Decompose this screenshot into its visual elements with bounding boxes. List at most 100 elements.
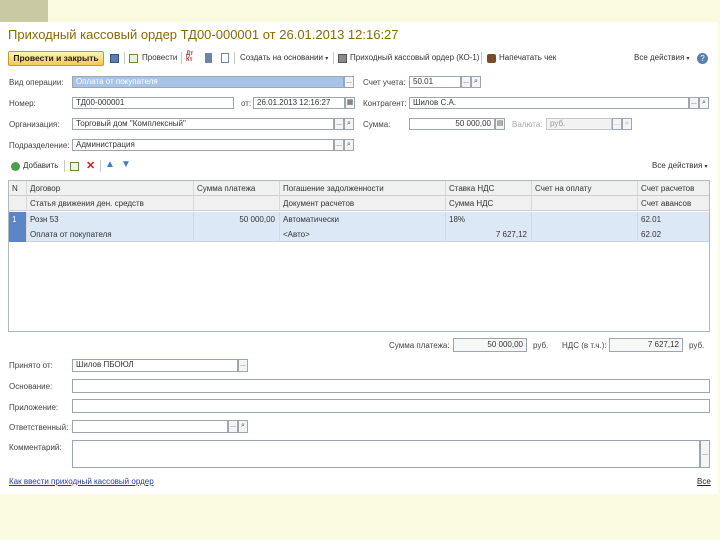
all-link[interactable]: Все bbox=[697, 477, 711, 486]
total-payment-unit: руб. bbox=[533, 341, 549, 350]
column-header-vat-sum[interactable]: Сумма НДС bbox=[446, 196, 532, 211]
organization-search-icon[interactable]: ⌕ bbox=[344, 118, 354, 130]
window-corner bbox=[0, 0, 48, 22]
table-header-row: Статья движения ден. средств Документ ра… bbox=[9, 196, 709, 211]
column-header-advance-account[interactable]: Счет авансов bbox=[638, 196, 709, 211]
debt-repayment-cell[interactable]: Автоматически bbox=[280, 212, 446, 227]
printer-icon bbox=[338, 54, 347, 63]
number-field[interactable]: ТД00-000001 bbox=[72, 97, 234, 109]
column-header-vat-rate[interactable]: Ставка НДС bbox=[446, 181, 532, 196]
total-payment-label: Сумма платежа: bbox=[389, 341, 450, 350]
add-row-button[interactable]: Добавить bbox=[23, 160, 58, 172]
account-choose-button[interactable]: ... bbox=[461, 76, 471, 88]
structure-icon[interactable] bbox=[205, 53, 212, 63]
department-field[interactable]: Администрация bbox=[72, 139, 334, 151]
settlement-account-cell[interactable]: 62.01 bbox=[638, 212, 709, 227]
toolbar-separator bbox=[100, 160, 101, 172]
print-ko1-button[interactable]: Приходный кассовый ордер (КО-1) bbox=[350, 52, 479, 64]
invoice-cell[interactable] bbox=[532, 212, 638, 227]
received-from-label: Принято от: bbox=[9, 361, 53, 370]
department-label: Подразделение: bbox=[9, 141, 70, 150]
post-button[interactable]: Провести bbox=[142, 52, 177, 64]
column-header-cashflow-item[interactable]: Статья движения ден. средств bbox=[27, 196, 194, 211]
basis-label: Основание: bbox=[9, 382, 53, 391]
responsible-field[interactable] bbox=[72, 420, 228, 433]
column-header-payment-sum[interactable]: Сумма платежа bbox=[194, 181, 280, 196]
print-check-button[interactable]: Напечатать чек bbox=[499, 52, 556, 64]
organization-field[interactable]: Торговый дом "Комплексный" bbox=[72, 118, 334, 130]
column-header-settlement-doc[interactable]: Документ расчетов bbox=[280, 196, 446, 211]
calendar-icon[interactable]: ▦ bbox=[345, 97, 355, 109]
received-from-field[interactable]: Шилов ПБОЮЛ bbox=[72, 359, 238, 372]
table-header-row: N Договор Сумма платежа Погашение задолж… bbox=[9, 181, 709, 196]
table-row[interactable]: 1 Розн 53 50 000,00 Автоматически 18% 62… bbox=[9, 212, 709, 227]
organization-choose-button[interactable]: ... bbox=[334, 118, 344, 130]
all-actions-menu[interactable]: Все действия ▾ bbox=[634, 52, 690, 65]
payment-sum-cell[interactable]: 50 000,00 bbox=[194, 212, 280, 227]
date-field[interactable]: 26.01.2013 12:16:27 bbox=[253, 97, 345, 109]
copy-row-icon[interactable] bbox=[70, 162, 79, 171]
column-header-blank bbox=[9, 196, 27, 211]
row-number-cell: 1 bbox=[9, 212, 27, 227]
operation-type-choose-button[interactable]: ... bbox=[344, 76, 354, 88]
contractor-search-icon[interactable]: ⌕ bbox=[699, 97, 709, 109]
vat-sum-cell[interactable]: 7 627,12 bbox=[446, 227, 532, 242]
table-all-actions-menu[interactable]: Все действия ▾ bbox=[652, 160, 708, 173]
total-vat-label: НДС (в т.ч.): bbox=[562, 341, 607, 350]
payments-table[interactable]: N Договор Сумма платежа Погашение задолж… bbox=[8, 180, 710, 332]
calculator-icon[interactable]: ▤ bbox=[495, 118, 505, 130]
help-icon[interactable]: ? bbox=[697, 53, 708, 64]
currency-search-icon: ⌕ bbox=[622, 118, 632, 130]
contract-cell[interactable]: Розн 53 bbox=[27, 212, 194, 227]
contractor-choose-button[interactable]: ... bbox=[689, 97, 699, 109]
attachment-field[interactable] bbox=[72, 399, 710, 413]
dt-kt-icon[interactable]: Дт Кт bbox=[186, 51, 193, 63]
settlement-doc-cell[interactable]: <Авто> bbox=[280, 227, 446, 242]
basis-field[interactable] bbox=[72, 379, 710, 393]
page-title: Приходный кассовый ордер ТД00-000001 от … bbox=[8, 27, 399, 42]
table-row[interactable]: Оплата от покупателя <Авто> 7 627,12 62.… bbox=[9, 227, 709, 242]
account-search-icon[interactable]: ⌕ bbox=[471, 76, 481, 88]
column-header-blank bbox=[532, 196, 638, 211]
help-link[interactable]: Как ввести приходный кассовый ордер bbox=[9, 477, 154, 486]
delete-row-icon[interactable]: ✕ bbox=[86, 159, 95, 172]
column-header-contract[interactable]: Договор bbox=[27, 181, 194, 196]
row-number-cell bbox=[9, 227, 27, 242]
responsible-search-icon[interactable]: ⌕ bbox=[238, 420, 248, 433]
responsible-choose-button[interactable]: ... bbox=[228, 420, 238, 433]
responsible-label: Ответственный: bbox=[9, 423, 69, 432]
sum-field[interactable]: 50 000,00 bbox=[409, 118, 495, 130]
comment-field[interactable] bbox=[72, 440, 700, 468]
comment-edit-button[interactable]: ... bbox=[700, 440, 710, 468]
comment-label: Комментарий: bbox=[9, 443, 62, 452]
operation-type-field[interactable]: Оплата от покупателя bbox=[72, 76, 344, 88]
vat-rate-cell[interactable]: 18% bbox=[446, 212, 532, 227]
save-icon[interactable] bbox=[110, 54, 119, 63]
department-choose-button[interactable]: ... bbox=[334, 139, 344, 151]
post-and-close-button[interactable]: Провести и закрыть bbox=[8, 51, 104, 66]
total-vat-unit: руб. bbox=[689, 341, 705, 350]
cashflow-item-cell[interactable]: Оплата от покупателя bbox=[27, 227, 194, 242]
contractor-label: Контрагент: bbox=[363, 99, 407, 108]
toolbar-separator bbox=[124, 52, 125, 64]
account-label: Счет учета: bbox=[363, 78, 406, 87]
contractor-field[interactable]: Шилов С.А. bbox=[409, 97, 689, 109]
move-up-icon[interactable]: ▲ bbox=[105, 159, 115, 170]
column-header-n[interactable]: N bbox=[9, 181, 27, 196]
total-vat-field: 7 627,12 bbox=[609, 338, 683, 352]
toolbar-separator bbox=[64, 160, 65, 172]
blank-cell bbox=[194, 227, 280, 242]
currency-field: руб. bbox=[546, 118, 612, 130]
column-header-debt-repayment[interactable]: Погашение задолженности bbox=[280, 181, 446, 196]
received-from-choose-button[interactable]: ... bbox=[238, 359, 248, 372]
organization-label: Организация: bbox=[9, 120, 60, 129]
create-based-label: Создать на основании bbox=[240, 53, 323, 62]
advance-account-cell[interactable]: 62.02 bbox=[638, 227, 709, 242]
move-down-icon[interactable]: ▼ bbox=[121, 159, 131, 170]
column-header-invoice[interactable]: Счет на оплату bbox=[532, 181, 638, 196]
document-icon[interactable] bbox=[221, 53, 229, 63]
account-field[interactable]: 50.01 bbox=[409, 76, 461, 88]
column-header-settlement-account[interactable]: Счет расчетов bbox=[638, 181, 709, 196]
department-search-icon[interactable]: ⌕ bbox=[344, 139, 354, 151]
create-based-on-button[interactable]: Создать на основании ▾ bbox=[240, 52, 328, 65]
